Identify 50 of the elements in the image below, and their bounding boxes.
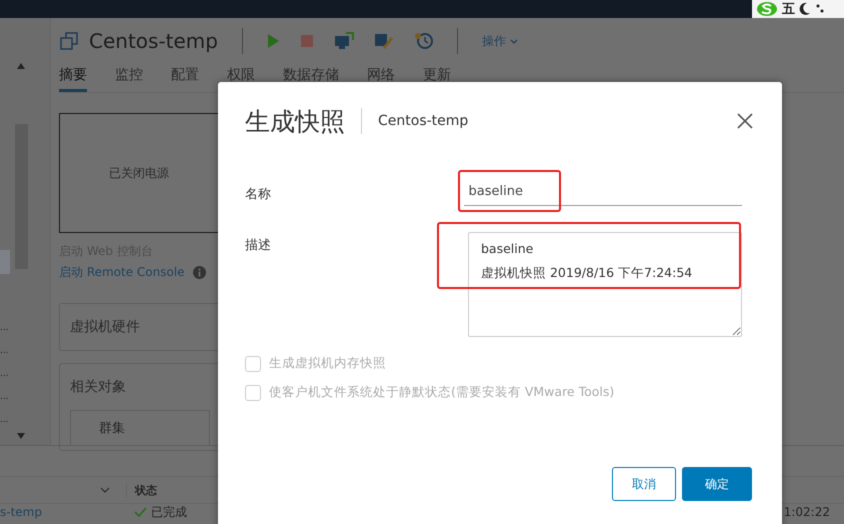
tree-item[interactable]: ... — [0, 320, 10, 337]
tab[interactable]: 更新 — [423, 62, 451, 92]
actions-menu[interactable]: 操作 — [476, 32, 524, 50]
vm-icon — [59, 31, 79, 51]
check-icon — [134, 507, 147, 517]
info-icon[interactable] — [192, 266, 206, 279]
description-field[interactable]: baseline 虚拟机快照 2019/8/16 下午7:24:54 — [468, 232, 742, 337]
related-object-row[interactable]: 群集 — [70, 410, 210, 446]
remote-console-link[interactable]: 启动 Remote Console — [59, 264, 185, 281]
input-mode-label: 五 — [782, 1, 795, 18]
checkbox-label: 生成虚拟机内存快照 — [269, 355, 386, 372]
close-button[interactable] — [735, 111, 755, 131]
task-status: 已完成 — [150, 504, 187, 520]
play-icon[interactable] — [266, 33, 280, 49]
punctuation-icon — [815, 3, 825, 15]
tree-item[interactable]: ... — [0, 412, 10, 429]
stop-icon[interactable] — [300, 34, 314, 48]
confirm-button[interactable]: 确定 — [682, 467, 752, 501]
ime-logo-icon — [756, 1, 778, 17]
task-time: 1:02:22 — [784, 505, 830, 519]
scroll-up-icon[interactable] — [17, 63, 25, 69]
tree-item[interactable]: ... — [0, 343, 10, 360]
edit-icon[interactable] — [374, 32, 394, 50]
monitor-icon[interactable] — [334, 32, 354, 50]
vm-title: Centos-temp — [89, 29, 218, 53]
field-label: 名称 — [245, 186, 272, 203]
card-title[interactable]: 虚拟机硬件 — [70, 318, 210, 336]
tab[interactable]: 权限 — [227, 62, 255, 92]
tree-item[interactable]: ... — [0, 366, 10, 383]
moon-icon — [799, 2, 811, 16]
column-header[interactable]: 状态 — [126, 482, 157, 498]
tab[interactable]: 摘要 — [59, 62, 87, 92]
scroll-down-icon[interactable] — [17, 433, 25, 439]
ime-toolbar[interactable]: 五 — [752, 0, 844, 18]
dialog-title: 生成快照 — [245, 106, 345, 138]
dialog-subtitle: Centos-temp — [378, 113, 468, 129]
clock-icon[interactable] — [414, 32, 434, 50]
power-status: 已关闭电源 — [109, 164, 169, 182]
tab[interactable]: 数据存储 — [283, 62, 339, 92]
card-title[interactable]: 相关对象 — [70, 378, 210, 396]
sort-caret-icon[interactable] — [100, 487, 110, 493]
caret-icon — [510, 38, 518, 44]
tab[interactable]: 配置 — [171, 62, 199, 92]
checkbox-label: 使客户机文件系统处于静默状态(需要安装有 VMware Tools) — [269, 384, 614, 401]
tree-item[interactable]: ... — [0, 389, 10, 406]
tab[interactable]: 监控 — [115, 62, 143, 92]
task-target-link[interactable]: s-temp — [0, 505, 42, 519]
cancel-button[interactable]: 取消 — [612, 467, 676, 501]
tab[interactable]: 网络 — [367, 62, 395, 92]
field-label: 描述 — [245, 237, 272, 254]
